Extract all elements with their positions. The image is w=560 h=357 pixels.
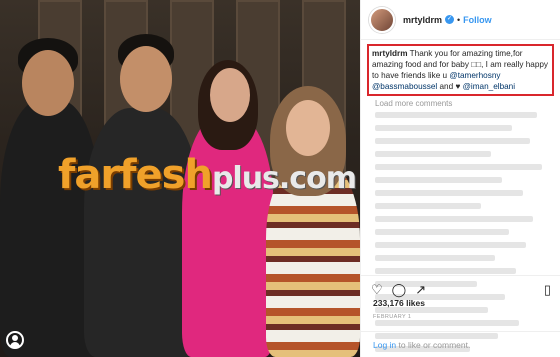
list-item: [375, 112, 537, 118]
login-footer: Log in to like or comment.: [361, 331, 560, 357]
mention-link[interactable]: @bassmaboussel: [372, 82, 437, 91]
list-item: [375, 229, 509, 235]
post-date: FEBRUARY 1: [373, 314, 412, 320]
user-tag-icon[interactable]: [6, 331, 24, 349]
heart-emoji: ♥: [455, 82, 461, 91]
list-item: [375, 268, 516, 274]
bookmark-icon[interactable]: ▯: [544, 283, 551, 296]
list-item: [375, 138, 530, 144]
comment-icon[interactable]: ◯: [392, 283, 407, 296]
list-item: [375, 177, 502, 183]
verified-badge-icon: ✓: [445, 15, 455, 24]
separator: •: [457, 14, 461, 25]
list-item: [375, 320, 520, 326]
comments-list-blurred: [375, 112, 551, 357]
caption-text-3: and: [439, 82, 454, 91]
mention-link[interactable]: @iman_elbani: [463, 82, 515, 91]
login-link[interactable]: Log in: [373, 340, 396, 350]
list-item: [375, 190, 523, 196]
post-photo[interactable]: farfeshplus.com: [0, 0, 360, 357]
footer-text: to like or comment.: [398, 340, 471, 350]
header-username[interactable]: mrtyldrm: [403, 15, 442, 25]
avatar[interactable]: [369, 6, 395, 33]
likes-count[interactable]: 233,176 likes: [373, 298, 425, 308]
watermark-part-b: plus.com: [211, 161, 357, 196]
mention-link[interactable]: @tamerhosny: [449, 71, 500, 80]
list-item: [375, 125, 513, 131]
caption: mrtyldrm Thank you for amazing time,for …: [367, 44, 554, 96]
action-bar: ♡ ◯ ↗ ▯: [361, 275, 560, 297]
caption-emoji: □□: [471, 60, 482, 69]
person-4-face: [286, 100, 330, 156]
list-item: [375, 216, 534, 222]
watermark-part-a: farfesh: [58, 152, 213, 198]
post-side-panel: mrtyldrm ✓ • Follow mrtyldrm Thank you f…: [360, 0, 560, 357]
follow-button[interactable]: Follow: [463, 15, 492, 25]
watermark: farfeshplus.com: [58, 152, 357, 198]
list-item: [375, 203, 481, 209]
person-3-face: [210, 68, 250, 122]
list-item: [375, 164, 543, 170]
person-2-face: [120, 46, 172, 112]
heart-icon[interactable]: ♡: [371, 283, 383, 296]
list-item: [375, 255, 495, 261]
caption-username[interactable]: mrtyldrm: [372, 49, 408, 58]
list-item: [375, 242, 527, 248]
list-item: [375, 151, 492, 157]
share-icon[interactable]: ↗: [415, 283, 426, 296]
load-more-comments-button[interactable]: Load more comments: [375, 99, 546, 108]
person-1-face: [22, 50, 74, 116]
post-header: mrtyldrm ✓ • Follow: [361, 0, 560, 40]
